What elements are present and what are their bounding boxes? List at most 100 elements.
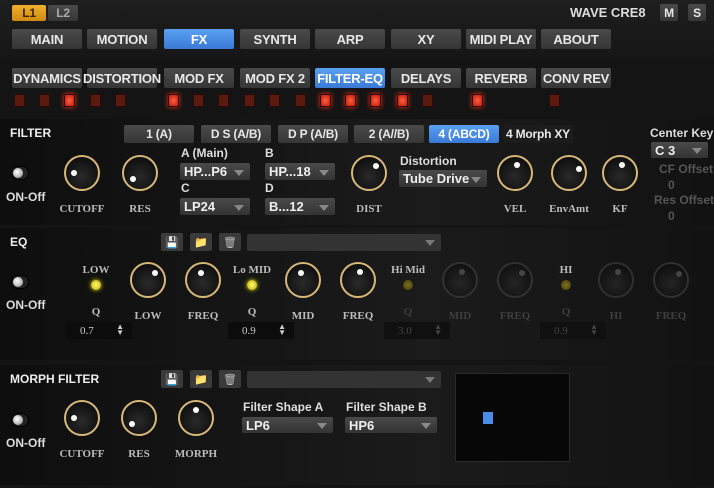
knob[interactable]	[121, 400, 157, 436]
fx-led	[472, 94, 483, 107]
filter-mode-2[interactable]: D S (A/B)	[201, 125, 271, 143]
knob-indicator	[151, 270, 158, 277]
fx-tab-dynamics[interactable]: DYNAMICS	[12, 68, 82, 88]
center-key-dropdown[interactable]: C 3	[651, 142, 708, 158]
knob[interactable]	[285, 262, 321, 298]
knob-indicator	[198, 269, 205, 276]
res-offset-value[interactable]: 0	[668, 209, 675, 223]
knob[interactable]	[442, 262, 478, 298]
s-button[interactable]: S	[688, 4, 706, 21]
eq-band-enable-led[interactable]	[561, 280, 571, 290]
filter-mode-4[interactable]: 2 (A//B)	[354, 125, 424, 143]
fx-led	[90, 94, 101, 107]
tab-motion[interactable]: MOTION	[87, 29, 157, 49]
eq-q-field[interactable]: 3.0 ▲ ▼	[384, 322, 450, 339]
distortion-label: Distortion	[400, 154, 457, 168]
tab-fx[interactable]: FX	[164, 29, 234, 49]
eq-preset-dropdown[interactable]	[247, 234, 441, 251]
eq-q-field[interactable]: 0.9 ▲ ▼	[540, 322, 606, 339]
filter-on-off-toggle[interactable]	[11, 166, 29, 180]
knob[interactable]	[185, 262, 221, 298]
morph-on-off-toggle[interactable]	[11, 413, 29, 427]
knob[interactable]	[351, 155, 387, 191]
fx-led	[244, 94, 255, 107]
filter-mode-3[interactable]: D P (A/B)	[278, 125, 348, 143]
knob[interactable]	[178, 400, 214, 436]
stepper-icon[interactable]: ▲ ▼	[590, 323, 598, 337]
knob-label: CUTOFF	[59, 203, 105, 215]
tab-midi-play[interactable]: MIDI PLAY	[466, 29, 536, 49]
eq-q-field[interactable]: 0.9 ▲ ▼	[228, 322, 294, 339]
save-icon[interactable]: 💾	[161, 370, 183, 388]
eq-band-enable-led[interactable]	[247, 280, 257, 290]
knob[interactable]	[497, 262, 533, 298]
distortion-dropdown[interactable]: Tube Drive	[399, 170, 487, 187]
m-button[interactable]: M	[660, 4, 678, 21]
eq-band-label: HI	[559, 264, 573, 276]
fx-tab-distortion[interactable]: DISTORTION	[83, 68, 161, 88]
fx-led	[422, 94, 433, 107]
cf-offset-value[interactable]: 0	[668, 178, 675, 192]
filter-shape-b-label: Filter Shape B	[346, 400, 427, 414]
trash-icon[interactable]: 🗑	[219, 233, 241, 251]
knob[interactable]	[551, 155, 587, 191]
knob-indicator	[576, 166, 583, 173]
filter-mode-1[interactable]: 1 (A)	[124, 125, 194, 143]
xy-handle[interactable]	[482, 411, 493, 424]
knob[interactable]	[130, 262, 166, 298]
knob[interactable]	[602, 155, 638, 191]
tab-arp[interactable]: ARP	[315, 29, 385, 49]
tab-main[interactable]: MAIN	[12, 29, 82, 49]
fx-tab-filter-eq[interactable]: FILTER-EQ	[315, 68, 385, 88]
knob-label: FREQ	[342, 310, 374, 322]
knob[interactable]	[497, 155, 533, 191]
stepper-icon[interactable]: ▲ ▼	[278, 323, 286, 337]
filter-mode-6[interactable]: 4 Morph XY	[503, 125, 573, 143]
morph-xy-pad[interactable]	[455, 373, 570, 462]
filter-b-dropdown[interactable]: HP...18	[265, 163, 335, 180]
center-key-label: Center Key	[650, 126, 714, 140]
fx-tab-mod-fx-2[interactable]: MOD FX 2	[240, 68, 310, 88]
tab-xy[interactable]: XY	[391, 29, 461, 49]
eq-on-off-toggle[interactable]	[11, 275, 29, 289]
eq-band-enable-led[interactable]	[91, 280, 101, 290]
knob[interactable]	[64, 155, 100, 191]
save-icon[interactable]: 💾	[161, 233, 183, 251]
tab-about[interactable]: ABOUT	[541, 29, 611, 49]
fx-led	[320, 94, 331, 107]
layer-l1-button[interactable]: L1	[12, 5, 46, 21]
fx-tab-reverb[interactable]: REVERB	[466, 68, 536, 88]
trash-icon[interactable]: 🗑	[219, 370, 241, 388]
knob-indicator	[298, 269, 305, 276]
filter-mode-5[interactable]: 4 (ABCD)	[429, 125, 499, 143]
stepper-icon[interactable]: ▲ ▼	[434, 323, 442, 337]
knob-indicator	[518, 270, 525, 277]
filter-a-label: A (Main)	[181, 146, 228, 160]
knob[interactable]	[64, 400, 100, 436]
eq-q-value: 3.0	[398, 324, 412, 337]
fx-led	[345, 94, 356, 107]
filter-shape-b-dropdown[interactable]: HP6	[345, 417, 437, 433]
filter-title: FILTER	[10, 126, 52, 140]
layer-l2-button[interactable]: L2	[48, 5, 78, 21]
fx-tab-conv-rev[interactable]: CONV REV	[541, 68, 611, 88]
knob[interactable]	[598, 262, 634, 298]
filter-d-dropdown[interactable]: B...12	[265, 198, 335, 215]
morph-preset-dropdown[interactable]	[247, 371, 441, 388]
filter-a-dropdown[interactable]: HP...P6	[180, 163, 250, 180]
folder-icon[interactable]: 📁	[190, 233, 212, 251]
fx-tab-delays[interactable]: DELAYS	[391, 68, 461, 88]
filter-c-dropdown[interactable]: LP24	[180, 198, 250, 215]
eq-q-field[interactable]: 0.7 ▲ ▼	[66, 322, 132, 339]
filter-shape-a-dropdown[interactable]: LP6	[242, 417, 333, 433]
tab-synth[interactable]: SYNTH	[240, 29, 310, 49]
fx-led	[397, 94, 408, 107]
knob[interactable]	[340, 262, 376, 298]
knob[interactable]	[122, 155, 158, 191]
fx-tab-mod-fx[interactable]: MOD FX	[164, 68, 234, 88]
stepper-icon[interactable]: ▲ ▼	[116, 323, 124, 337]
knob[interactable]	[653, 262, 689, 298]
eq-title: EQ	[10, 235, 28, 249]
eq-band-enable-led[interactable]	[403, 280, 413, 290]
folder-icon[interactable]: 📁	[190, 370, 212, 388]
